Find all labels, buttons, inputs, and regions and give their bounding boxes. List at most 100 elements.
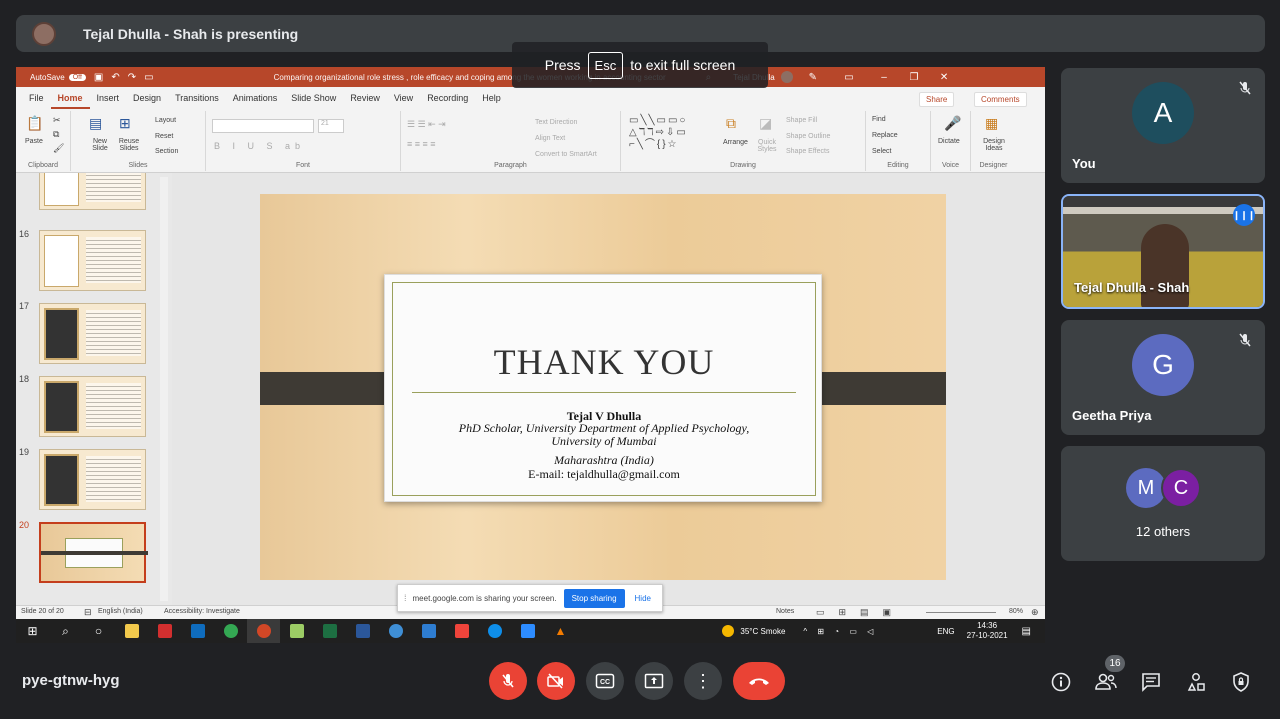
notes-button[interactable]: Notes [776,608,794,615]
tab-transitions[interactable]: Transitions [168,87,226,109]
activities-button[interactable] [1184,670,1208,694]
participant-tile-others[interactable]: M C 12 others [1061,446,1265,561]
shapes-gallery[interactable]: ▭╲╲▭▭○ △ℸℸ⇨⇩▭ ⌐╲⌒{}☆ [629,115,719,153]
find-button[interactable]: Find [872,116,886,123]
powerpoint-icon[interactable] [247,619,280,643]
spellcheck-icon[interactable]: ⊟ [84,607,92,618]
language[interactable]: English (India) [98,608,143,615]
close-icon[interactable]: ✕ [929,72,959,83]
tab-slide-show[interactable]: Slide Show [284,87,343,109]
design-ideas-icon[interactable]: ▦ [985,115,998,132]
tab-recording[interactable]: Recording [420,87,475,109]
chrome-icon[interactable] [214,619,247,643]
shared-screen[interactable]: AutoSave Off ▣ ↶ ↷ ▭ Comparing organizat… [16,67,1045,643]
minimize-icon[interactable]: – [869,72,899,83]
tab-design[interactable]: Design [126,87,168,109]
edge-icon[interactable] [412,619,445,643]
shape-fill-button[interactable]: Shape Fill [786,117,817,124]
zoom-slider[interactable] [926,612,996,613]
select-button[interactable]: Select [872,148,891,155]
current-slide[interactable]: THANK YOU Tejal V Dhulla PhD Scholar, Un… [260,194,946,580]
calculator-icon[interactable] [379,619,412,643]
language-indicator[interactable]: ENG [937,627,954,636]
weather-text[interactable]: 35°C Smoke [740,627,785,636]
search-icon[interactable]: ⌕ [49,619,82,643]
new-slide-icon[interactable]: ▤ [89,115,102,132]
stop-sharing-button[interactable]: Stop sharing [563,588,625,608]
captions-button[interactable]: CC [586,662,624,700]
tab-insert[interactable]: Insert [90,87,127,109]
redo-icon[interactable]: ↷ [128,72,136,83]
quick-styles-label[interactable]: Quick Styles [755,139,779,153]
undo-icon[interactable]: ↶ [111,72,119,83]
thumbnail-16[interactable] [39,230,146,291]
notes-app-icon[interactable] [280,619,313,643]
font-size-dropdown[interactable]: 21 [318,119,344,133]
quick-styles-icon[interactable]: ◪ [759,115,772,132]
paste-label[interactable]: Paste [25,138,43,145]
shape-effects-button[interactable]: Shape Effects [786,148,829,155]
present-from-start-icon[interactable]: ▭ [144,72,153,83]
camera-toggle-button[interactable] [537,662,575,700]
format-painter-icon[interactable]: 🖌 [53,143,64,154]
zoom-icon[interactable] [511,619,544,643]
text-direction-button[interactable]: Text Direction [535,119,577,126]
fit-slide-icon[interactable]: ⊕ [1031,607,1039,618]
tab-animations[interactable]: Animations [226,87,285,109]
bullets-icon[interactable]: ☰ ☰ ⇤ ⇥ [407,119,446,130]
new-slide-label[interactable]: New Slide [88,138,112,152]
dictate-label[interactable]: Dictate [938,138,960,145]
task-view-icon[interactable]: ○ [82,619,115,643]
thumbnail-18[interactable] [39,376,146,437]
design-ideas-label[interactable]: Design Ideas [979,138,1009,152]
accessibility-status[interactable]: Accessibility: Investigate [164,608,240,615]
restore-icon[interactable]: ❐ [899,72,929,83]
thumbnail-19[interactable] [39,449,146,510]
replace-button[interactable]: Replace [872,132,898,139]
present-button[interactable] [635,662,673,700]
presenter-location[interactable]: Maharashtra (India) [385,453,823,468]
share-button[interactable]: Share [919,92,955,107]
chat-button[interactable] [1139,670,1163,694]
slide-title[interactable]: THANK YOU [385,341,823,383]
people-button[interactable] [1094,670,1118,694]
hide-button[interactable]: Hide [635,594,651,603]
reset-button[interactable]: Reset [155,133,173,140]
thumbnail-20[interactable] [39,522,148,583]
thumbnail-15[interactable] [39,173,146,210]
section-button[interactable]: Section [155,148,178,155]
vlc-icon[interactable]: ▲ [544,619,577,643]
tray-icons[interactable]: ^ ⊞ ◔ ▭ ◁ [803,627,877,636]
presenter-email[interactable]: E-mail: tejaldhulla@gmail.com [385,467,823,482]
participant-tile-presenter[interactable]: ❙❙❙ Tejal Dhulla - Shah [1061,194,1265,309]
arrange-icon[interactable]: ⧉ [726,115,736,132]
convert-smartart-button[interactable]: Convert to SmartArt [535,151,597,158]
save-icon[interactable]: ▣ [94,72,103,83]
align-text-button[interactable]: Align Text [535,135,565,142]
view-buttons[interactable]: ▭⊞▤▣ [816,607,905,618]
anydesk-icon[interactable] [445,619,478,643]
font-format-buttons[interactable]: B I U S ab [214,141,305,151]
participant-tile-geetha[interactable]: G Geetha Priya [1061,320,1265,435]
acrobat-icon[interactable] [148,619,181,643]
outlook-icon[interactable] [181,619,214,643]
font-name-dropdown[interactable] [212,119,314,133]
comments-button[interactable]: Comments [974,92,1027,107]
leave-call-button[interactable] [733,662,785,700]
align-icons[interactable]: ≡ ≡ ≡ ≡ [407,139,436,149]
drag-handle-icon[interactable]: ⁞ [404,593,407,603]
host-controls-button[interactable] [1229,670,1253,694]
cut-icon[interactable]: ✂ [53,115,61,126]
autosave-toggle[interactable]: Off [68,73,86,81]
thumbnail-17[interactable] [39,303,146,364]
file-explorer-icon[interactable] [115,619,148,643]
excel-icon[interactable] [313,619,346,643]
slide-thumbnails[interactable]: 16 17 18 19 20 [16,173,172,605]
pen-icon[interactable]: ✎ [809,72,817,83]
tab-review[interactable]: Review [343,87,387,109]
presenter-role[interactable]: PhD Scholar, University Department of Ap… [385,422,823,448]
meeting-details-button[interactable] [1049,670,1073,694]
copy-icon[interactable]: ⧉ [53,129,59,140]
mic-toggle-button[interactable] [489,662,527,700]
more-options-button[interactable]: ⋮ [684,662,722,700]
